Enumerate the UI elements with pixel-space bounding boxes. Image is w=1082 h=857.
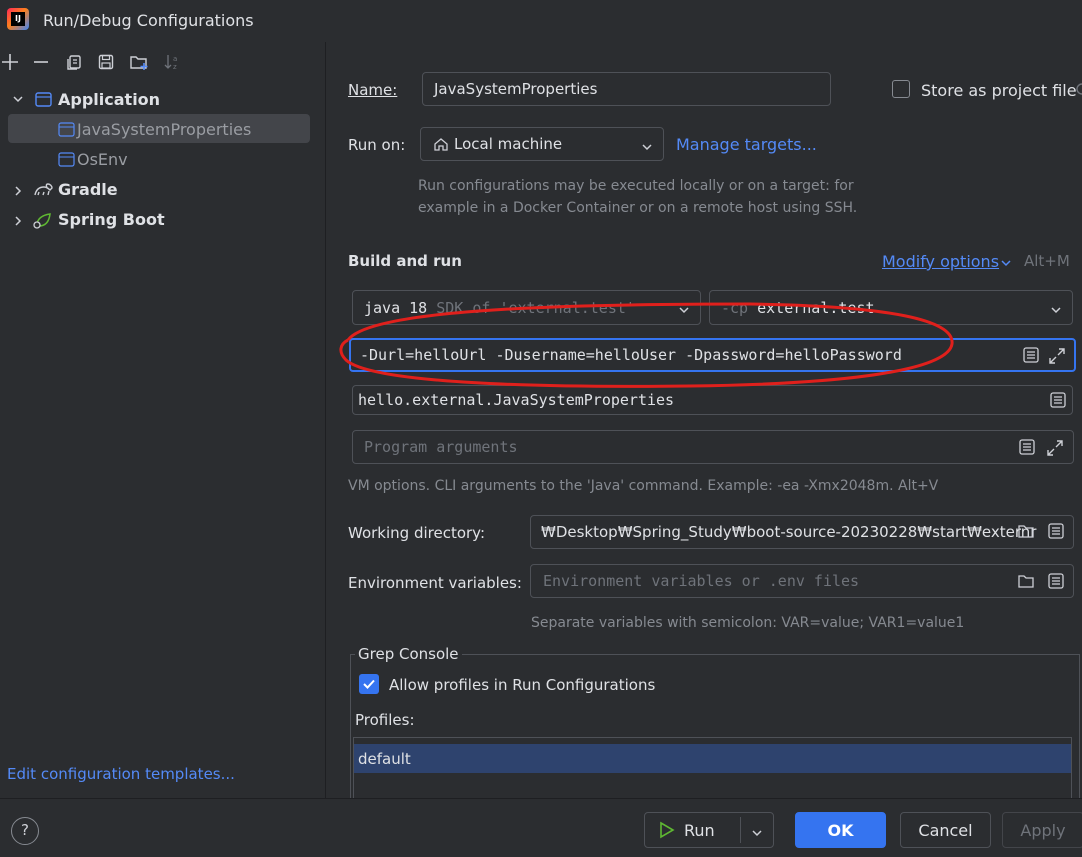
profile-list-item[interactable]: default	[354, 744, 1071, 773]
apply-button[interactable]: Apply	[1002, 812, 1082, 848]
expand-editor-icon[interactable]	[1047, 346, 1065, 364]
environment-variables-label: Environment variables:	[348, 574, 522, 592]
allow-profiles-checkbox[interactable]	[359, 674, 379, 694]
ok-button[interactable]: OK	[795, 812, 886, 848]
gear-icon[interactable]	[1073, 80, 1082, 102]
tree-item-javasystemproperties[interactable]: JavaSystemProperties	[77, 120, 251, 139]
expand-text-icon[interactable]	[1047, 572, 1065, 590]
grep-console-title: Grep Console	[355, 645, 462, 663]
expand-text-icon[interactable]	[1018, 438, 1036, 456]
build-and-run-title: Build and run	[348, 252, 462, 270]
chevron-down-icon[interactable]	[751, 824, 763, 843]
run-button-label: Run	[684, 820, 715, 840]
chevron-down-icon[interactable]	[12, 91, 24, 109]
run-on-label: Run on:	[348, 136, 406, 154]
red-annotation-ellipse	[339, 302, 954, 388]
expand-text-icon[interactable]	[1022, 346, 1040, 364]
store-as-project-file-checkbox[interactable]	[892, 80, 910, 98]
sort-icon[interactable]: az	[159, 50, 185, 74]
intellij-logo-icon: IJ	[7, 8, 29, 30]
application-config-icon	[58, 151, 75, 172]
working-directory-field[interactable]: ₩Desktop₩Spring_Study₩boot-source-202302…	[530, 515, 1074, 549]
new-folder-icon[interactable]	[126, 50, 152, 74]
browse-class-icon[interactable]	[1049, 391, 1067, 409]
run-icon	[657, 821, 675, 839]
svg-text:a: a	[173, 55, 177, 63]
help-button[interactable]: ?	[11, 817, 39, 845]
environment-variables-hint: Separate variables with semicolon: VAR=v…	[531, 615, 965, 631]
configurations-tree-panel	[0, 42, 326, 798]
manage-targets-link[interactable]: Manage targets...	[676, 135, 817, 154]
run-on-dropdown[interactable]: Local machine	[420, 127, 664, 161]
chevron-right-icon[interactable]	[12, 213, 24, 231]
tree-item-spring-boot[interactable]: Spring Boot	[58, 210, 165, 229]
save-icon[interactable]	[93, 50, 119, 74]
run-on-hint-line-1: Run configurations may be executed local…	[418, 178, 854, 194]
run-on-hint-line-2: example in a Docker Container or on a re…	[418, 200, 858, 216]
gradle-icon	[33, 181, 54, 202]
tree-item-gradle[interactable]: Gradle	[58, 180, 118, 199]
tree-item-application[interactable]: Application	[58, 90, 160, 109]
store-as-project-file-label: Store as project file	[921, 81, 1077, 100]
chevron-down-icon[interactable]	[1000, 255, 1012, 273]
tree-item-osenv[interactable]: OsEnv	[77, 150, 128, 169]
environment-variables-field[interactable]: Environment variables or .env files	[530, 564, 1074, 598]
expand-text-icon[interactable]	[1047, 522, 1065, 540]
allow-profiles-label: Allow profiles in Run Configurations	[389, 676, 656, 694]
home-icon	[433, 136, 449, 152]
svg-text:z: z	[173, 63, 177, 71]
chevron-down-icon	[1050, 302, 1062, 320]
working-directory-label: Working directory:	[348, 524, 486, 542]
application-config-icon	[58, 121, 75, 142]
vm-options-hint: VM options. CLI arguments to the 'Java' …	[348, 478, 939, 494]
profiles-label: Profiles:	[355, 711, 415, 729]
application-icon	[35, 91, 52, 112]
cancel-button[interactable]: Cancel	[900, 812, 991, 848]
folder-icon[interactable]	[1017, 522, 1035, 540]
chevron-right-icon[interactable]	[12, 183, 24, 201]
program-arguments-field[interactable]: Program arguments	[352, 430, 1074, 464]
expand-editor-icon[interactable]	[1045, 438, 1063, 456]
name-label: Name:	[348, 81, 398, 99]
name-field[interactable]: JavaSystemProperties	[422, 72, 831, 106]
copy-icon[interactable]	[61, 50, 87, 74]
run-button[interactable]: Run	[644, 812, 774, 848]
folder-icon[interactable]	[1017, 572, 1035, 590]
modify-options-link[interactable]: Modify options	[882, 252, 999, 271]
edit-configuration-templates-link[interactable]: Edit configuration templates...	[7, 765, 235, 783]
modify-options-shortcut: Alt+M	[1024, 252, 1070, 270]
add-icon[interactable]	[0, 50, 23, 74]
window-title: Run/Debug Configurations	[43, 11, 254, 30]
chevron-down-icon	[641, 139, 653, 157]
spring-boot-icon	[33, 211, 55, 233]
remove-icon[interactable]	[28, 50, 54, 74]
